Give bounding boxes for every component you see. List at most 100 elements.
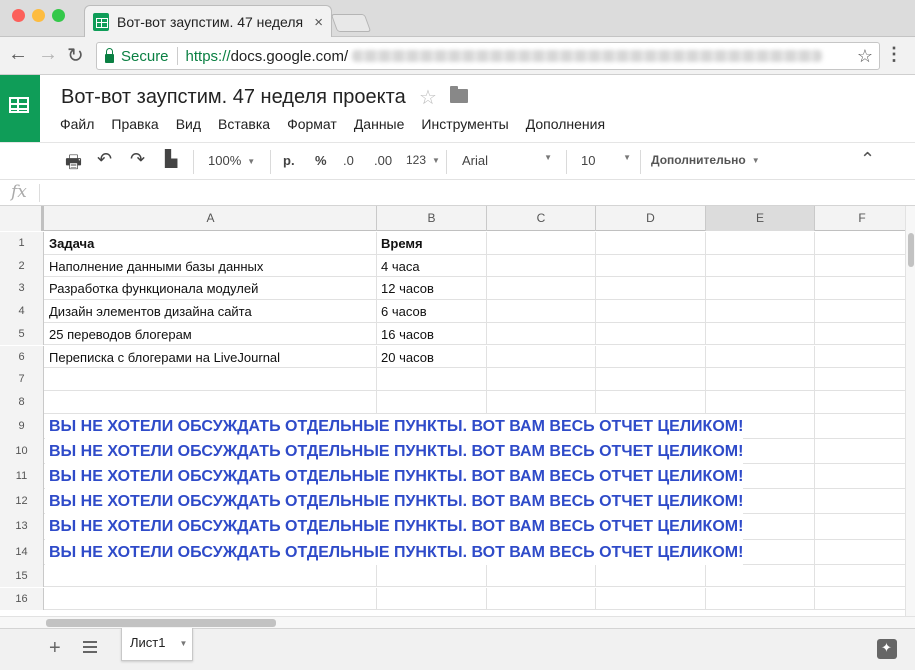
zoom-window-button[interactable] bbox=[52, 9, 65, 22]
cell-a8[interactable] bbox=[45, 390, 377, 414]
bookmark-star-icon[interactable]: ☆ bbox=[857, 46, 873, 67]
redo-icon[interactable]: ↷ bbox=[130, 149, 145, 170]
column-header-f[interactable]: F bbox=[815, 206, 905, 231]
cell-b15[interactable] bbox=[377, 564, 487, 588]
row-header[interactable]: 6 bbox=[0, 345, 44, 369]
cell-f9[interactable] bbox=[815, 414, 905, 439]
star-document-icon[interactable]: ☆ bbox=[419, 85, 437, 110]
font-family-select[interactable]: Arial ▼ bbox=[462, 153, 552, 168]
cell-e6[interactable] bbox=[706, 345, 815, 369]
cell-f5[interactable] bbox=[815, 323, 905, 346]
cell-e4[interactable] bbox=[706, 300, 815, 323]
row-header[interactable]: 2 bbox=[0, 254, 44, 278]
row-header[interactable]: 5 bbox=[0, 322, 44, 346]
row-header[interactable]: 16 bbox=[0, 587, 44, 611]
url-bar[interactable]: Secure https:// docs.google.com/ ☆ bbox=[96, 42, 880, 70]
folder-icon[interactable] bbox=[450, 86, 468, 103]
cell-a5[interactable]: 25 переводов блогерам bbox=[45, 322, 377, 346]
cell-b3[interactable]: 12 часов bbox=[377, 277, 487, 301]
row-header[interactable]: 3 bbox=[0, 277, 44, 301]
currency-format-button[interactable]: р. bbox=[283, 153, 295, 168]
row-header[interactable]: 1 bbox=[0, 232, 44, 255]
cell-a2[interactable]: Наполнение данными базы данных bbox=[45, 254, 377, 278]
cell-d7[interactable] bbox=[596, 368, 706, 391]
menu-data[interactable]: Данные bbox=[354, 116, 405, 132]
cell-b16[interactable] bbox=[377, 587, 487, 611]
cell-d2[interactable] bbox=[596, 254, 706, 278]
cell-b7[interactable] bbox=[377, 368, 487, 391]
cell-e16[interactable] bbox=[706, 587, 815, 611]
row-header[interactable]: 10 bbox=[0, 438, 44, 464]
spreadsheet-grid[interactable]: ABCDEF 1 Задача Время 2 Наполнение данными б… bbox=[0, 206, 905, 616]
cell-f2[interactable] bbox=[815, 255, 905, 278]
cell-a15[interactable] bbox=[45, 564, 377, 588]
cell-c5[interactable] bbox=[487, 322, 596, 346]
cell-c8[interactable] bbox=[487, 390, 596, 414]
font-size-select[interactable]: 10 ▼ bbox=[581, 153, 631, 168]
row-header[interactable]: 7 bbox=[0, 368, 44, 391]
more-formats-select[interactable]: 123 ▼ bbox=[406, 153, 440, 167]
cell-d15[interactable] bbox=[596, 564, 706, 588]
cell-e2[interactable] bbox=[706, 254, 815, 278]
cell-c16[interactable] bbox=[487, 587, 596, 611]
sheets-logo-icon[interactable] bbox=[0, 75, 40, 142]
vertical-scroll-thumb[interactable] bbox=[908, 233, 914, 267]
cell-f14[interactable] bbox=[815, 540, 905, 565]
column-header-e[interactable]: E bbox=[706, 206, 815, 231]
cell-c3[interactable] bbox=[487, 277, 596, 301]
tab-close-icon[interactable]: × bbox=[314, 14, 323, 31]
cell-d16[interactable] bbox=[596, 587, 706, 611]
cell-d8[interactable] bbox=[596, 390, 706, 414]
forward-arrow-icon[interactable]: → bbox=[38, 43, 58, 66]
cell-a6[interactable]: Переписка с блогерами на LiveJournal bbox=[45, 345, 377, 369]
add-sheet-plus-icon[interactable]: + bbox=[49, 637, 61, 660]
cell-f13[interactable] bbox=[815, 514, 905, 539]
browser-tab[interactable]: Вот-вот заупстим. 47 неделя × bbox=[84, 5, 332, 38]
decrease-decimal-button[interactable]: .0 bbox=[343, 153, 354, 168]
row-header[interactable]: 13 bbox=[0, 514, 44, 540]
cell-b8[interactable] bbox=[377, 390, 487, 414]
cell-a4[interactable]: Дизайн элементов дизайна сайта bbox=[45, 300, 377, 323]
percent-format-button[interactable]: % bbox=[315, 153, 327, 168]
cell-b4[interactable]: 6 часов bbox=[377, 300, 487, 323]
menu-format[interactable]: Формат bbox=[287, 116, 337, 132]
cell-f16[interactable] bbox=[815, 588, 905, 611]
cell-c4[interactable] bbox=[487, 300, 596, 323]
menu-tools[interactable]: Инструменты bbox=[421, 116, 508, 132]
cell-d1[interactable] bbox=[596, 232, 706, 255]
vertical-scrollbar[interactable] bbox=[905, 206, 915, 616]
cell-d4[interactable] bbox=[596, 300, 706, 323]
column-header-a[interactable]: A bbox=[45, 206, 377, 231]
cell-f12[interactable] bbox=[815, 489, 905, 514]
row-header[interactable]: 11 bbox=[0, 464, 44, 490]
cell-f10[interactable] bbox=[815, 439, 905, 464]
menu-file[interactable]: Файл bbox=[60, 116, 94, 132]
cell-b6[interactable]: 20 часов bbox=[377, 345, 487, 369]
row-header[interactable]: 4 bbox=[0, 300, 44, 323]
collapse-menu-icon[interactable]: ⌃ bbox=[860, 149, 875, 170]
close-window-button[interactable] bbox=[12, 9, 25, 22]
cell-f1[interactable] bbox=[815, 232, 905, 255]
cell-f8[interactable] bbox=[815, 391, 905, 414]
cell-c1[interactable] bbox=[487, 232, 596, 255]
explore-icon[interactable] bbox=[877, 639, 897, 659]
new-tab-button[interactable] bbox=[330, 14, 372, 32]
horizontal-scrollbar[interactable] bbox=[0, 616, 915, 628]
cell-e15[interactable] bbox=[706, 564, 815, 588]
undo-icon[interactable]: ↶ bbox=[97, 149, 112, 170]
increase-decimal-button[interactable]: .00 bbox=[374, 153, 392, 168]
cell-f3[interactable] bbox=[815, 277, 905, 300]
cell-a16[interactable] bbox=[45, 587, 377, 611]
cell-a7[interactable] bbox=[45, 368, 377, 391]
menu-edit[interactable]: Правка bbox=[111, 116, 158, 132]
cell-c6[interactable] bbox=[487, 345, 596, 369]
cell-d6[interactable] bbox=[596, 345, 706, 369]
row-header[interactable]: 8 bbox=[0, 390, 44, 414]
cell-f15[interactable] bbox=[815, 565, 905, 588]
cell-d5[interactable] bbox=[596, 322, 706, 346]
cell-b2[interactable]: 4 часа bbox=[377, 254, 487, 278]
more-tools-button[interactable]: Дополнительно ▼ bbox=[651, 153, 760, 167]
sheet-tab-active[interactable]: Лист1 ▼ bbox=[121, 628, 193, 661]
zoom-select[interactable]: 100% ▼ bbox=[208, 153, 255, 168]
document-title[interactable]: Вот-вот заупстим. 47 неделя проекта bbox=[61, 86, 406, 109]
